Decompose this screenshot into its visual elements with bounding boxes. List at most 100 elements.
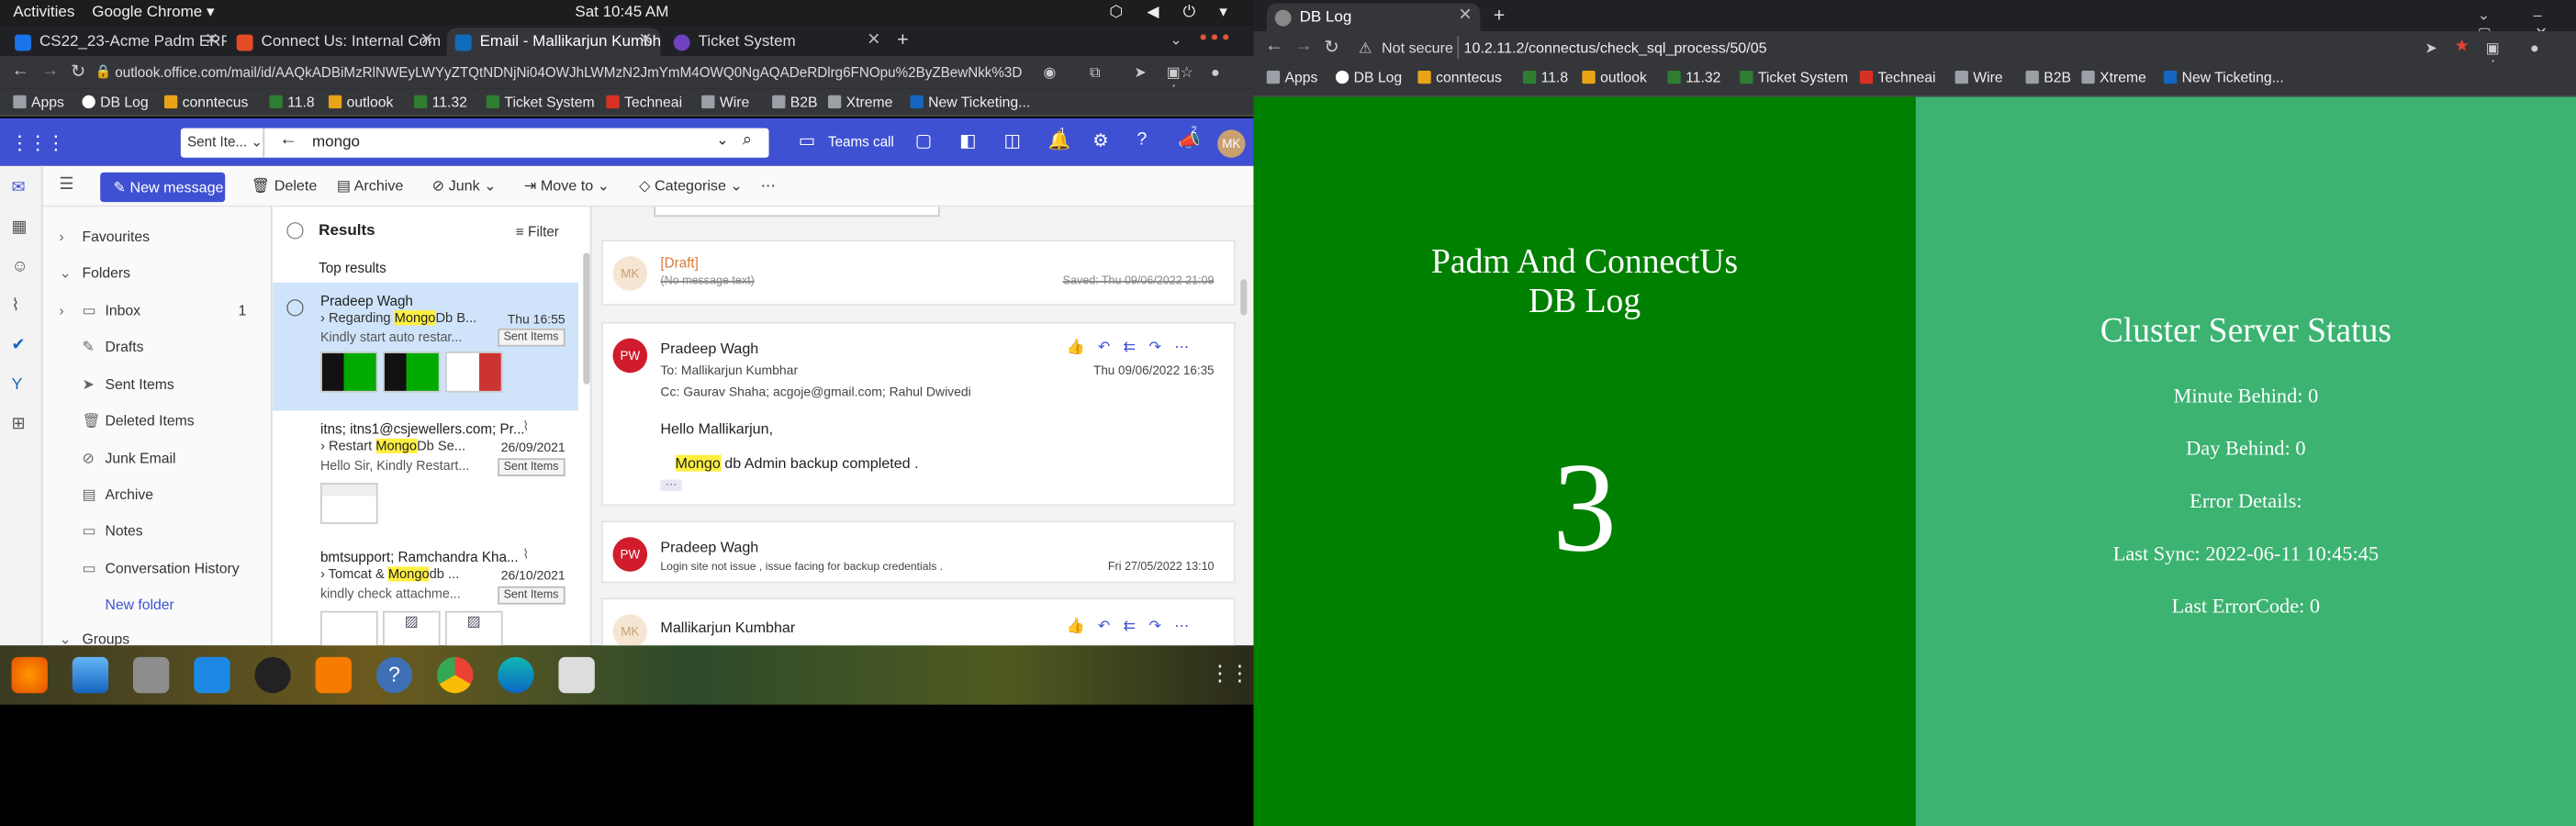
close-icon[interactable]: ✕ (1458, 6, 1472, 25)
more-options-button[interactable]: ⋯ (761, 177, 776, 195)
attachment-thumbnail[interactable] (319, 483, 378, 524)
folder-sent-items[interactable]: ➤ Sent Items (82, 376, 174, 395)
back-icon[interactable]: ← (12, 61, 30, 80)
warning-icon[interactable]: ⚠ (1359, 39, 1372, 58)
sender-name[interactable]: Pradeep Wagh (660, 340, 758, 356)
list-item[interactable]: itns; itns1@csjewellers.com; Pr... ⌇ › R… (273, 414, 578, 535)
search-icon[interactable]: ⌕ (743, 131, 752, 150)
forward-icon[interactable]: → (41, 61, 60, 80)
folder-deleted-items[interactable]: 🗑 Deleted Items (82, 412, 194, 430)
reload-icon[interactable]: ↻ (71, 61, 85, 82)
chat-icon[interactable]: ▢ (915, 129, 933, 151)
software-icon[interactable] (315, 656, 352, 694)
system-tray[interactable]: ⬡ ◀ ⏻ ▾ (1109, 4, 1237, 22)
new-folder-link[interactable]: New folder (106, 597, 174, 613)
attachment-thumbnail[interactable] (319, 610, 378, 646)
show-more-button[interactable]: ··· (660, 479, 682, 492)
calendar-icon[interactable]: ▦ (12, 218, 28, 237)
bookmark-b2b[interactable]: B2B (2025, 69, 2071, 85)
bookmark-b2b[interactable]: B2B (772, 94, 818, 110)
bookmark-conntecus[interactable]: conntecus (163, 94, 248, 110)
archive-button[interactable]: ▤ Archive (337, 177, 404, 195)
hamburger-icon[interactable]: ☰ (59, 175, 73, 194)
close-icon[interactable]: ✕ (205, 31, 218, 50)
writer-icon[interactable] (194, 656, 230, 694)
send-icon[interactable]: ➤ (2425, 39, 2437, 58)
folders-toggle[interactable]: ⌄ Folders (59, 264, 130, 283)
list-item[interactable]: bmtsupport; Ramchandra Kha... ⌇ › Tomcat… (273, 542, 578, 646)
select-all-checkbox[interactable]: ◯ (286, 222, 304, 240)
people-icon[interactable]: ☺ (12, 258, 28, 276)
tab-connectus[interactable]: Connect Us: Internal Com ✕ (229, 28, 442, 55)
search-box[interactable]: Sent Ite... ⌄ ← mongo ⌄ ⌕ (180, 128, 769, 158)
close-icon[interactable]: ✕ (420, 31, 433, 50)
bookmark-outlook[interactable]: outlook (328, 94, 393, 110)
gear-icon[interactable]: ⚙ (1092, 129, 1109, 151)
bookmark-techneai[interactable]: Techneai (1859, 69, 1936, 85)
bookmark-apps[interactable]: Apps (1266, 69, 1317, 85)
attach-icon[interactable]: ⌇ (12, 297, 20, 316)
bookmark-wire[interactable]: Wire (1954, 69, 2003, 85)
bookmark-techneai[interactable]: Techneai (606, 94, 682, 110)
message-collapsed[interactable]: MK Mallikarjun Kumbhar 👍↶⇇↷⋯ (600, 597, 1236, 646)
scrollbar[interactable] (1240, 279, 1248, 316)
delete-button[interactable]: 🗑 Delete (252, 177, 318, 195)
scrollbar[interactable] (583, 252, 590, 385)
search-scope-dropdown[interactable]: Sent Ite... ⌄ (187, 133, 263, 151)
folder-conversation-history[interactable]: ▭ Conversation History (82, 560, 239, 578)
teams-call-button[interactable]: Teams call (828, 133, 894, 150)
more-apps-icon[interactable]: ⊞ (12, 416, 26, 434)
yammer-icon[interactable]: Y (12, 376, 23, 395)
new-tab-button[interactable]: + (897, 28, 909, 50)
bookmark-wire[interactable]: Wire (701, 94, 749, 110)
message-actions[interactable]: 👍↶⇇↷⋯ (1066, 339, 1202, 357)
list-item[interactable]: ◯ Pradeep Wagh › Regarding MongoDb B... … (273, 282, 578, 411)
categorise-button[interactable]: ◇ Categorise ⌄ (639, 177, 743, 195)
bookmark-xtreme[interactable]: Xtreme (827, 94, 892, 110)
bookmark-11-32[interactable]: 11.32 (413, 94, 467, 110)
star-icon[interactable]: ★ (2455, 38, 2470, 56)
message-expanded[interactable]: PW Pradeep Wagh 👍↶⇇↷⋯ To: Mallikarjun Ku… (600, 321, 1236, 507)
url-field[interactable]: outlook.office.com/mail/id/AAQkADBiMzRlN… (115, 64, 1022, 81)
url-field[interactable]: 10.2.11.2/connectus/check_sql_process/50… (1464, 39, 1767, 56)
rhythmbox-icon[interactable] (254, 656, 291, 694)
message-actions[interactable]: 👍↶⇇↷⋯ (1066, 618, 1202, 636)
app-menu[interactable]: Google Chrome ▾ (92, 4, 214, 22)
calculator-icon[interactable] (558, 656, 595, 694)
bookmark-new-ticketing[interactable]: New Ticketing... (910, 94, 1030, 110)
tab-search-icon[interactable]: ⌄ (1170, 31, 1182, 50)
close-icon[interactable]: ✕ (638, 31, 652, 50)
folder-inbox[interactable]: › ▭ Inbox 1 (59, 302, 256, 320)
attachment-thumbnail[interactable] (382, 351, 441, 393)
tab-erp[interactable]: CS22_23-Acme Padm ERP ✕ (6, 28, 227, 55)
bookmark-outlook[interactable]: outlook (1582, 69, 1647, 85)
image-icon[interactable]: ▨ (444, 610, 503, 646)
forms-icon[interactable]: ◫ (1003, 129, 1021, 151)
help-icon[interactable]: ? (1137, 129, 1147, 149)
clock[interactable]: Sat 10:45 AM (575, 4, 668, 22)
video-icon[interactable]: ▭ (799, 129, 816, 151)
word-icon[interactable]: ◧ (959, 129, 977, 151)
help-icon[interactable]: ? (375, 656, 413, 694)
chrome-icon[interactable] (437, 656, 474, 694)
bookmark-11-8[interactable]: 11.8 (1522, 69, 1568, 85)
image-icon[interactable]: ▨ (382, 610, 441, 646)
back-icon[interactable]: ← (1265, 36, 1283, 55)
activities-button[interactable]: Activities (13, 4, 74, 22)
bookmark-conntecus[interactable]: conntecus (1417, 69, 1502, 85)
folder-junk-email[interactable]: ⊘ Junk Email (82, 450, 175, 468)
tab-ticket-system[interactable]: Ticket System ✕ (666, 28, 889, 55)
attachment-thumbnail[interactable] (319, 351, 378, 393)
folder-drafts[interactable]: ✎ Drafts (82, 339, 143, 357)
megaphone-icon[interactable]: 📣 (1178, 129, 1201, 151)
bookmark-dblog[interactable]: DB Log (82, 94, 149, 110)
tab-dblog[interactable]: DB Log ✕ (1266, 3, 1481, 32)
tab-email[interactable]: Email - Mallikarjun Kumbh ✕ (446, 28, 661, 56)
folder-notes[interactable]: ▭ Notes (82, 522, 142, 541)
search-input[interactable]: mongo (312, 133, 360, 151)
firefox-icon[interactable] (11, 656, 48, 694)
bookmark-11-8[interactable]: 11.8 (269, 94, 315, 110)
app-launcher-icon[interactable]: ⋮⋮⋮ (10, 131, 66, 154)
favourites-toggle[interactable]: › Favourites (59, 229, 150, 245)
item-checkbox[interactable]: ◯ (286, 299, 304, 318)
